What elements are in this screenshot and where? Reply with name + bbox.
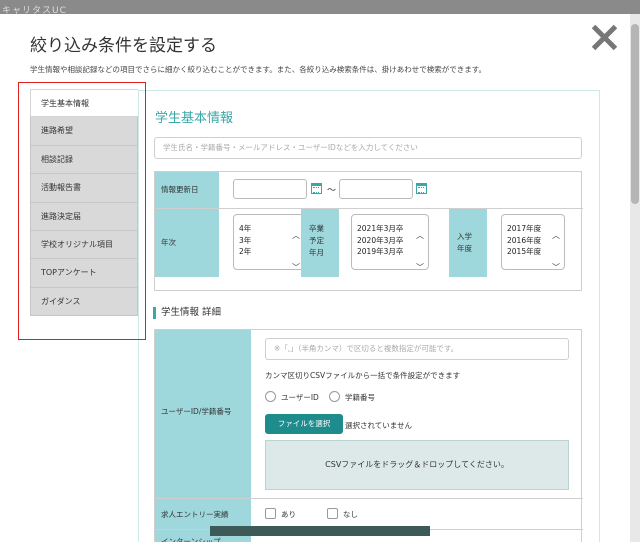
modal-title: 絞り込み条件を設定する <box>30 36 217 56</box>
radio-student-number[interactable] <box>329 391 340 402</box>
filter-content: 学生基本情報 学生氏名・学籍番号・メールアドレス・ユーザーIDなどを入力してくだ… <box>138 90 600 542</box>
info-update-label: 情報更新日 <box>155 172 219 208</box>
grad-label-line: 予定 <box>309 236 324 245</box>
radio-userid-label: ユーザーID <box>281 393 319 402</box>
entry-label-line: 年度 <box>457 244 472 253</box>
grad-label-line: 卒業 <box>309 224 324 233</box>
section-title-detail: 学生情報 詳細 <box>153 307 221 319</box>
entry-no-label: なし <box>343 510 358 519</box>
year-label: 年次 <box>155 209 219 277</box>
filter-modal: 絞り込み条件を設定する 学生情報や相談記録などの項目でさらに細かく絞り込むことが… <box>0 14 630 542</box>
entry-year-label: 入学 年度 <box>449 209 487 277</box>
backdrop-bottom-bar <box>210 526 430 536</box>
scroll-arrows-icon[interactable]: ︿ ﹀ <box>292 220 300 284</box>
basic-filter-table: 情報更新日 ～ 年次 4年 3年 2年 ︿ ﹀ 卒業 予定 年月 2021年3月卒… <box>154 171 583 291</box>
section-title-basic: 学生基本情報 <box>155 111 234 126</box>
checkbox-entry-no[interactable] <box>327 508 338 519</box>
entry-year-select[interactable]: 2017年度 2016年度 2015年度 ︿ ﹀ <box>501 214 565 272</box>
choose-file-button[interactable]: ファイルを選択 <box>265 414 343 434</box>
backdrop-header: キャリタスUC <box>0 0 640 16</box>
userid-input[interactable]: ※「,」（半角カンマ）で区切ると複数指定が可能です。 <box>265 338 569 360</box>
sidebar-item-activity-report[interactable]: 活動報告書 <box>30 174 138 203</box>
page-scrollbar[interactable] <box>630 14 640 542</box>
date-range-tilde: ～ <box>327 186 337 196</box>
grad-select[interactable]: 2021年3月卒 2020年3月卒 2019年3月卒 ︿ ﹀ <box>351 214 429 272</box>
entry-label-line: 入学 <box>457 232 472 241</box>
year-select[interactable]: 4年 3年 2年 ︿ ﹀ <box>233 214 305 272</box>
entry-yes-label: あり <box>281 510 296 519</box>
sidebar-item-career-wish[interactable]: 進路希望 <box>30 117 138 146</box>
update-date-to[interactable] <box>339 179 413 199</box>
grad-label-line: 年月 <box>309 248 324 257</box>
close-icon[interactable] <box>591 24 617 50</box>
detail-filter-table: ユーザーID/学籍番号 ※「,」（半角カンマ）で区切ると複数指定が可能です。 カ… <box>154 329 583 542</box>
file-status: 選択されていません <box>345 421 413 430</box>
category-sidebar: 学生基本情報 進路希望 相談記録 活動報告書 進路決定届 学校オリジナル項目 T… <box>30 89 138 317</box>
csv-note: カンマ区切りCSVファイルから一括で条件設定ができます <box>265 371 461 380</box>
sidebar-item-career-decision[interactable]: 進路決定届 <box>30 202 138 231</box>
radio-userid[interactable] <box>265 391 276 402</box>
calendar-icon[interactable] <box>311 183 322 194</box>
sidebar-item-top-survey[interactable]: TOPアンケート <box>30 259 138 288</box>
update-date-from[interactable] <box>233 179 307 199</box>
calendar-icon[interactable] <box>416 183 427 194</box>
job-entry-label: 求人エントリー実績 <box>155 499 251 529</box>
sidebar-item-consultation[interactable]: 相談記録 <box>30 145 138 175</box>
scrollbar-thumb[interactable] <box>631 24 639 204</box>
radio-student-number-label: 学籍番号 <box>345 393 375 402</box>
scroll-arrows-icon[interactable]: ︿ ﹀ <box>416 220 424 284</box>
grad-label: 卒業 予定 年月 <box>301 209 339 277</box>
csv-dropzone[interactable]: CSVファイルをドラッグ＆ドロップしてください。 <box>265 440 569 490</box>
scroll-arrows-icon[interactable]: ︿ ﹀ <box>552 220 560 284</box>
sidebar-item-school-original[interactable]: 学校オリジナル項目 <box>30 230 138 260</box>
checkbox-entry-yes[interactable] <box>265 508 276 519</box>
row-divider <box>155 208 583 209</box>
sidebar-item-basic-info[interactable]: 学生基本情報 <box>30 89 138 118</box>
userid-label: ユーザーID/学籍番号 <box>155 330 251 498</box>
sidebar-item-guidance[interactable]: ガイダンス <box>30 287 138 317</box>
student-search-input[interactable]: 学生氏名・学籍番号・メールアドレス・ユーザーIDなどを入力してください <box>154 137 582 159</box>
modal-description: 学生情報や相談記録などの項目でさらに細かく絞り込むことができます。また、各絞り込… <box>30 65 486 74</box>
